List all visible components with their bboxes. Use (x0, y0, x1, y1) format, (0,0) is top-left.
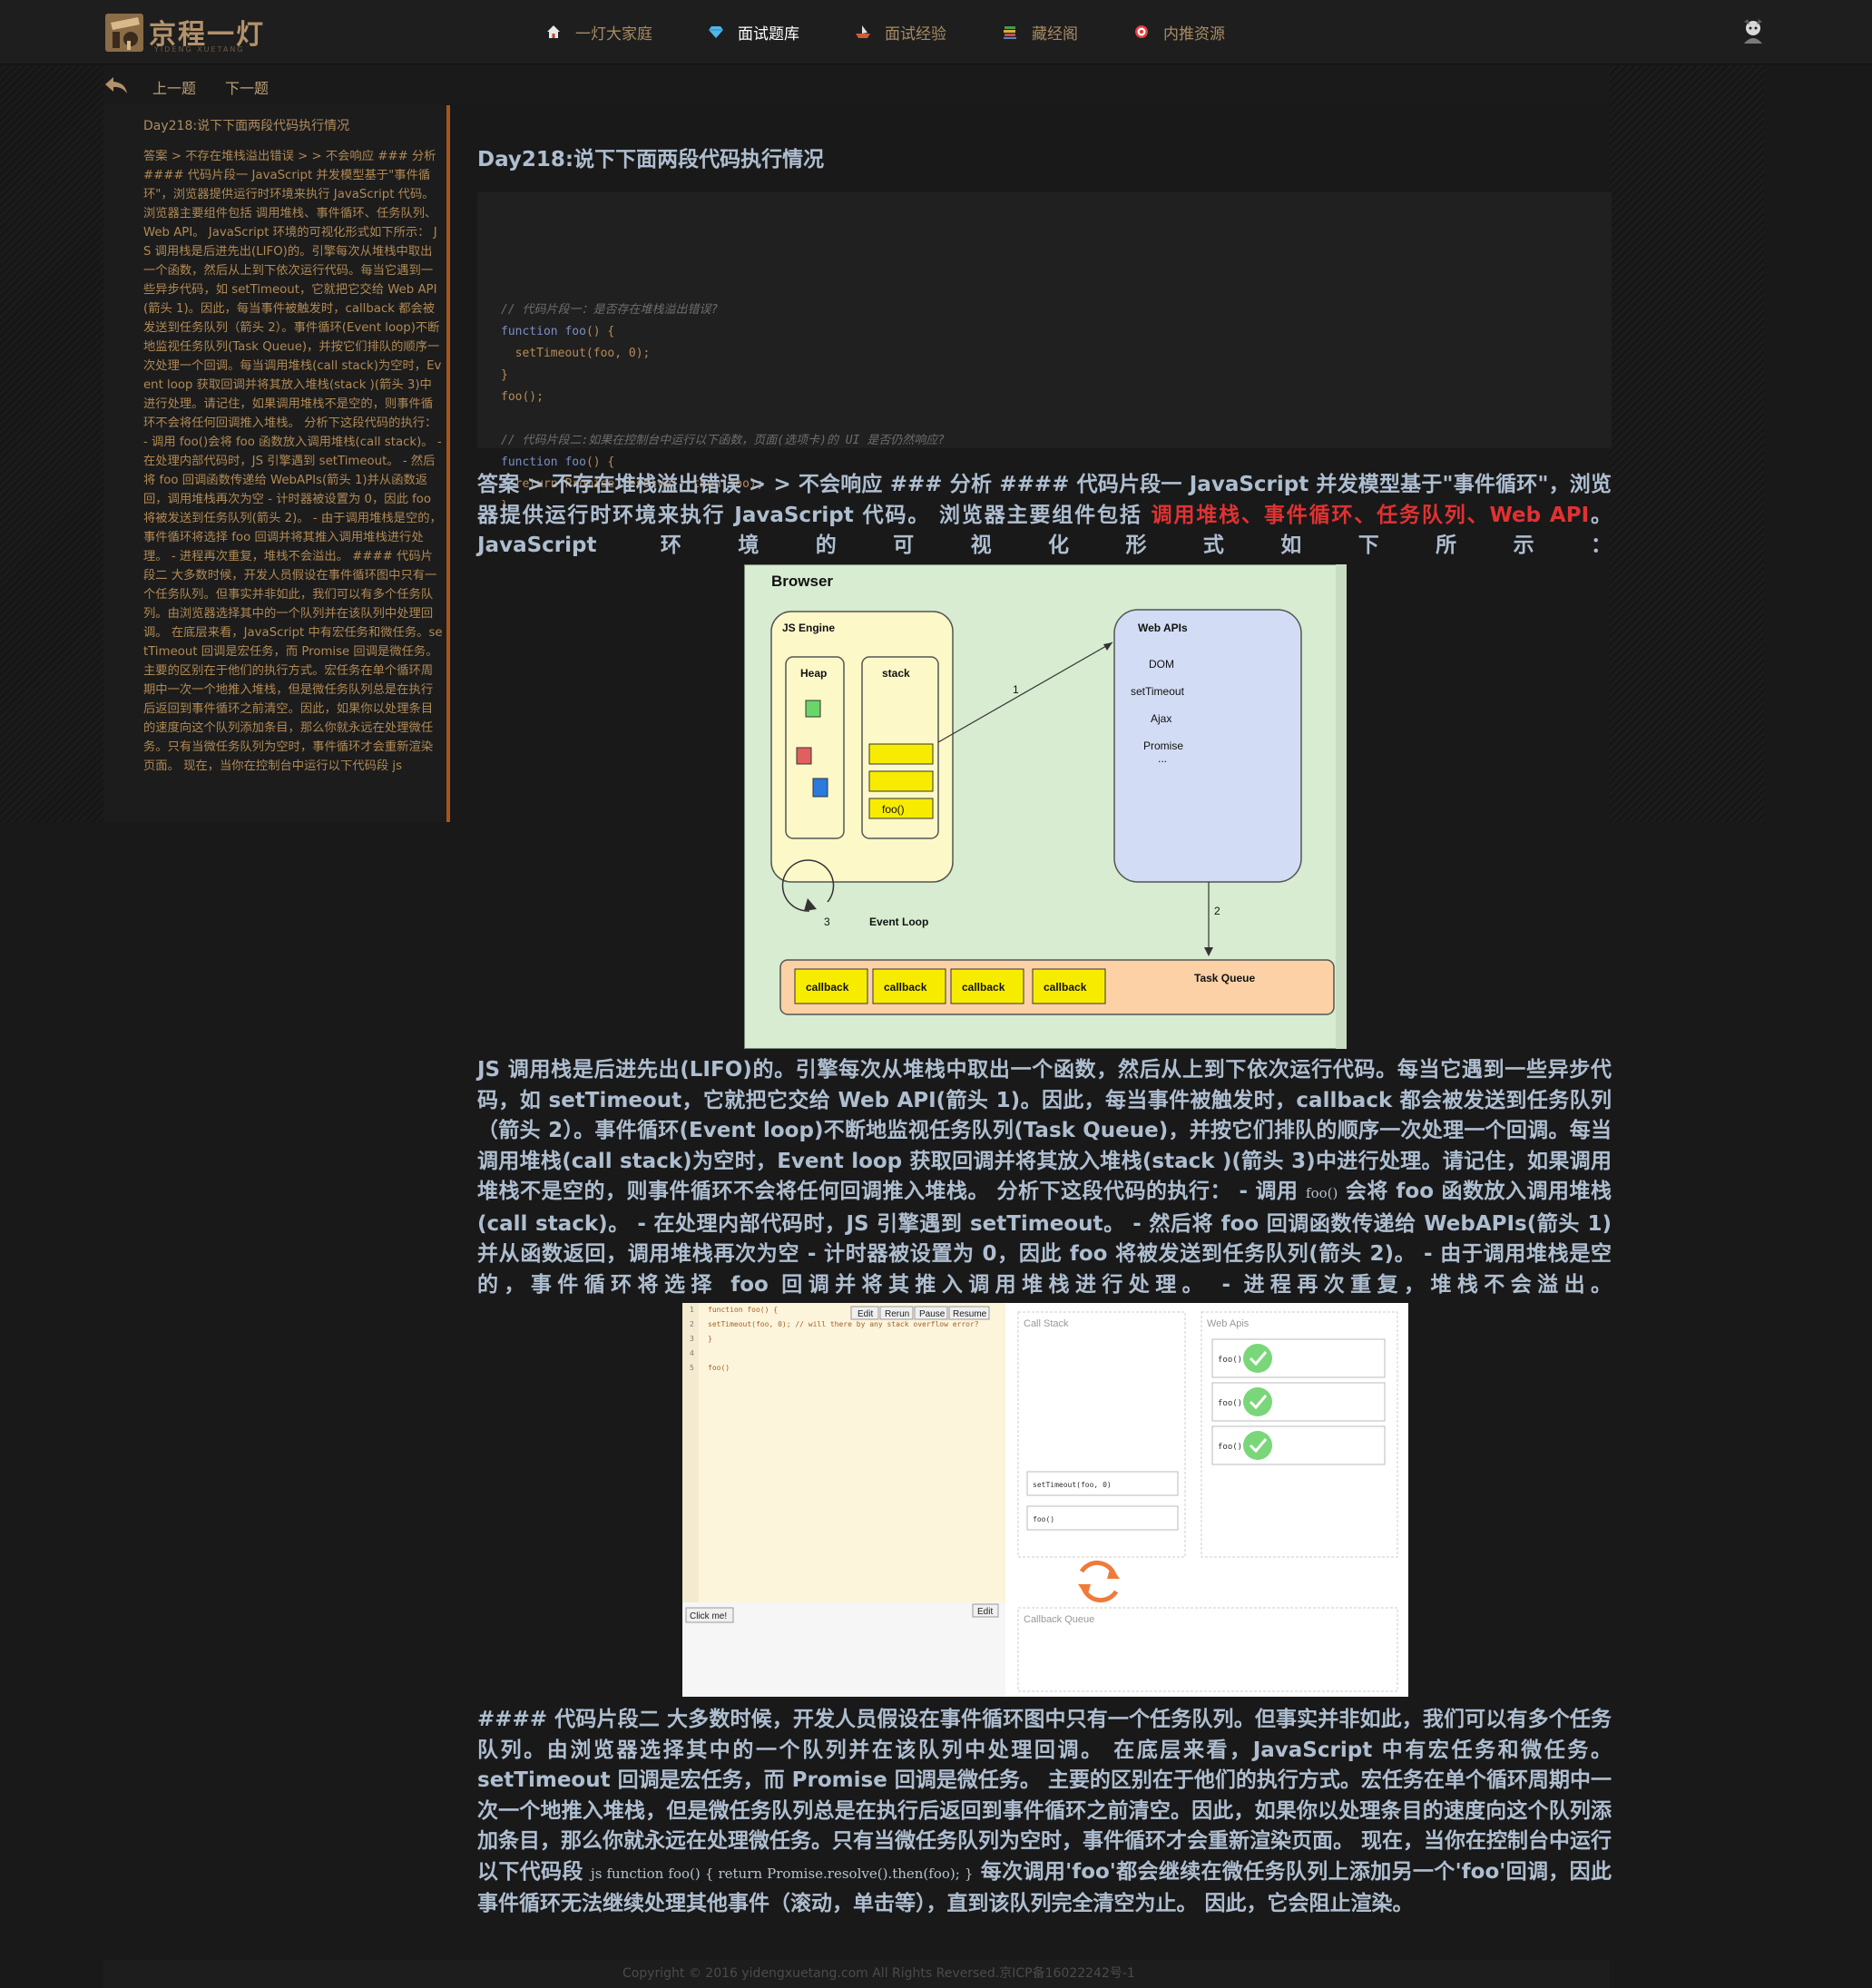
svg-text:Rerun: Rerun (885, 1309, 909, 1319)
nav-item-question-bank[interactable]: 面试题库 (707, 21, 799, 44)
svg-text:function foo() {: function foo() { (708, 1306, 778, 1314)
main-nav: 一灯大家庭 面试题库 面试经验 藏经阁 内推资源 (544, 0, 1279, 64)
brand-subtitle: YIDENG XUETANG (154, 45, 245, 54)
svg-text:1: 1 (690, 1306, 694, 1314)
svg-text:setTimeout(foo, 0); // will th: setTimeout(foo, 0); // will there by any… (708, 1320, 979, 1328)
svg-text:foo(): foo() (1218, 1443, 1242, 1452)
highlighted-components: 调用堆栈、事件循环、任务队列、Web API (1151, 503, 1590, 527)
svg-text:DOM: DOM (1149, 658, 1174, 671)
footer-copyright: Copyright © 2016 yidengxuetang.com All R… (622, 1966, 1135, 1981)
answer-paragraph-1: 答案 > 不存在堆栈溢出错误 > > 不会响应 ### 分析 #### 代码片段… (477, 473, 1612, 557)
svg-text:1: 1 (1013, 683, 1019, 696)
svg-text:Task Queue: Task Queue (1194, 972, 1255, 984)
svg-text:Edit: Edit (858, 1309, 873, 1319)
code-line: // 代码片段二:如果在控制台中运行以下函数，页面(选项卡)的 UI 是否仍然响… (501, 434, 946, 447)
svg-text:setTimeout(foo, 0): setTimeout(foo, 0) (1033, 1481, 1112, 1489)
svg-text:callback: callback (1044, 981, 1087, 994)
sidebar-question-title[interactable]: Day218:说下下面两段代码执行情况 (143, 116, 349, 134)
svg-text:Pause: Pause (919, 1309, 946, 1319)
svg-text:Ajax: Ajax (1151, 712, 1171, 725)
nav-label: 面试经验 (885, 24, 946, 44)
brand-logo[interactable]: 京程一灯 YIDENG XUETANG (103, 9, 265, 54)
prev-question-link[interactable]: 上一题 (152, 76, 196, 98)
nav-item-library[interactable]: 藏经阁 (1001, 21, 1078, 44)
left-decor (0, 65, 103, 822)
svg-text:Call Stack: Call Stack (1024, 1318, 1069, 1329)
svg-text:3: 3 (690, 1335, 694, 1343)
home-icon (544, 23, 563, 41)
nav-item-referral[interactable]: 内推资源 (1132, 21, 1225, 44)
svg-text:setTimeout: setTimeout (1131, 685, 1185, 698)
svg-text:foo(): foo() (708, 1364, 730, 1372)
svg-text:5: 5 (690, 1364, 694, 1372)
nav-item-experience[interactable]: 面试经验 (854, 21, 946, 44)
editor-buttons: Edit Rerun Pause Resume (850, 1306, 990, 1320)
target-icon (1132, 23, 1151, 41)
svg-text:Callback Queue: Callback Queue (1024, 1614, 1094, 1625)
svg-text:Web Apis: Web Apis (1207, 1318, 1250, 1329)
question-subnav: 上一题 下一题 (103, 65, 1610, 105)
right-decor (1610, 65, 1764, 822)
code-block: // 代码片段一：是否存在堆栈溢出错误? function foo() { se… (477, 192, 1612, 513)
svg-text:callback: callback (806, 981, 849, 994)
svg-text:callback: callback (884, 981, 927, 994)
svg-text:Promise: Promise (1143, 739, 1183, 752)
page-title: Day218:说下下面两段代码执行情况 (477, 148, 825, 171)
nav-item-family[interactable]: 一灯大家庭 (544, 21, 652, 44)
svg-text:foo(): foo() (1218, 1399, 1242, 1408)
back-arrow-icon[interactable] (103, 74, 129, 96)
nav-label: 藏经阁 (1032, 24, 1078, 44)
boat-icon (854, 23, 872, 41)
code-line: // 代码片段一：是否存在堆栈溢出错误? (501, 303, 719, 317)
svg-text:3: 3 (824, 916, 830, 928)
next-question-link[interactable]: 下一题 (225, 76, 269, 98)
question-sidebar[interactable]: Day218:说下下面两段代码执行情况 答案 > 不存在堆栈溢出错误 > > 不… (103, 105, 448, 822)
user-avatar[interactable] (1739, 16, 1768, 45)
svg-text:2: 2 (690, 1320, 694, 1328)
code-line: foo(); (501, 390, 544, 404)
browser-label: Browser (771, 573, 833, 590)
code-line: setTimeout(foo, 0); (501, 347, 651, 360)
svg-text:foo(): foo() (1033, 1515, 1054, 1523)
svg-text:Click me!: Click me! (690, 1611, 727, 1621)
svg-text:stack: stack (882, 667, 910, 680)
inline-code: js function foo() { return Promise.resol… (591, 1865, 974, 1882)
answer-paragraph-2: JS 调用栈是后进先出(LIFO)的。引擎每次从堆栈中取出一个函数，然后从上到下… (477, 1058, 1612, 1297)
answer-paragraph-3: #### 代码片段二 大多数时候，开发人员假设在事件循环图中只有一个任务队列。但… (477, 1708, 1612, 1915)
nav-label: 一灯大家庭 (575, 24, 652, 44)
sidebar-scroll-accent (446, 105, 450, 822)
svg-text:foo(): foo() (882, 803, 905, 816)
sidebar-answer-preview: 答案 > 不存在堆栈溢出错误 > > 不会响应 ### 分析 #### 代码片段… (143, 150, 443, 773)
book-stack-icon (1001, 23, 1019, 41)
logo-mark-icon (105, 14, 143, 52)
svg-text:Web APIs: Web APIs (1138, 622, 1188, 634)
top-navbar: 京程一灯 YIDENG XUETANG 一灯大家庭 面试题库 面试经验 藏经阁 … (0, 0, 1872, 64)
svg-text:foo(): foo() (1218, 1356, 1242, 1365)
diamond-icon (707, 23, 725, 41)
code-line: } (501, 368, 508, 382)
svg-text:JS Engine: JS Engine (782, 622, 835, 634)
svg-text:callback: callback (962, 981, 1005, 994)
svg-text:Edit: Edit (977, 1607, 993, 1617)
svg-text:}: } (708, 1335, 712, 1343)
svg-text:4: 4 (690, 1349, 694, 1357)
svg-text:Heap: Heap (800, 667, 827, 680)
event-loop-diagram: Browser JS Engine Heap stack foo() 1 Web… (744, 564, 1347, 1049)
nav-label: 内推资源 (1163, 24, 1225, 44)
svg-text:2: 2 (1214, 905, 1220, 917)
svg-text:Resume: Resume (953, 1309, 987, 1319)
svg-text:Event Loop: Event Loop (869, 916, 928, 928)
svg-text:...: ... (1158, 752, 1167, 765)
inline-code: foo() (1306, 1185, 1338, 1201)
code-line: function foo() { (501, 325, 615, 338)
loupe-visualizer-screenshot: 1 2 3 4 5 function foo() { setTimeout(fo… (682, 1303, 1408, 1697)
nav-label: 面试题库 (738, 24, 799, 44)
